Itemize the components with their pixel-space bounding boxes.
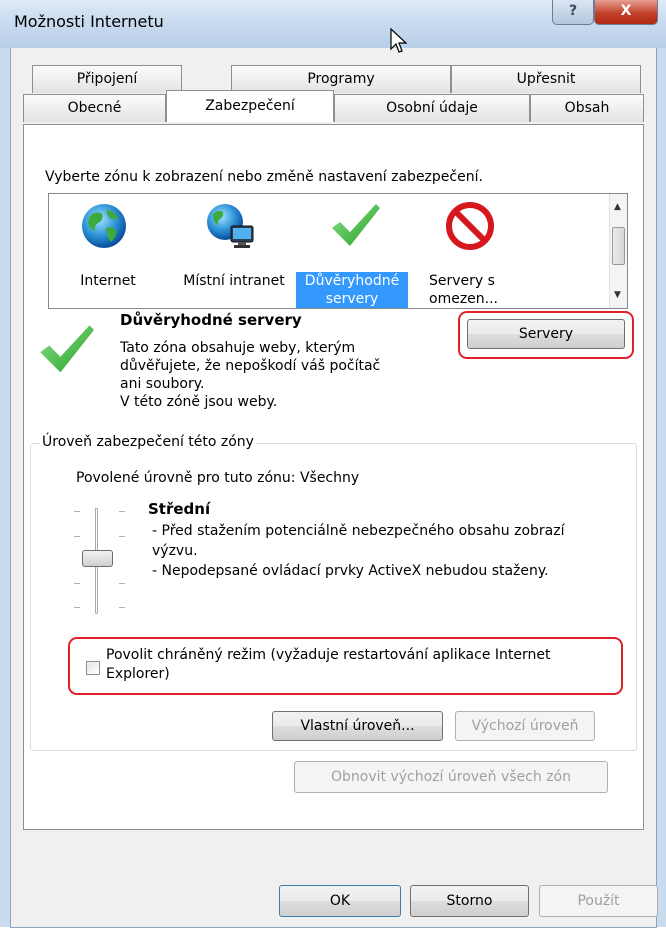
tab-programy[interactable]: Programy [231,65,451,93]
reset-all-zones-button[interactable]: Obnovit výchozí úroveň všech zón [294,761,608,793]
zone-info-line-4: V této zóně jsou weby. [120,394,278,410]
custom-level-button[interactable]: Vlastní úroveň... [272,711,443,741]
zone-info-line-2: důvěřujete, že nepoškodí váš počítač [120,358,381,374]
help-button[interactable]: ? [552,0,594,25]
slider-tick [119,607,125,608]
tab-zabezpeceni[interactable]: Zabezpečení [166,90,334,122]
title-bar[interactable]: Možnosti Internetu ? X [0,0,666,48]
protected-mode-label[interactable]: Povolit chráněný režim (vyžaduje restart… [106,646,551,684]
globe-icon[interactable] [80,202,128,254]
slider-tick [74,536,80,537]
zone-label-restricted-2[interactable]: omezen... [429,290,513,308]
security-level-line-1: - Před stažením potenciálně nebezpečného… [152,523,565,539]
zone-label-trusted-2[interactable]: servery [296,290,408,308]
zone-info-line-1: Tato zóna obsahuje weby, kterým [120,340,356,356]
zone-info-checkmark-icon [38,325,94,379]
tab-upresnit[interactable]: Upřesnit [451,65,641,93]
protected-mode-checkbox[interactable] [86,661,100,675]
tab-osobni-udaje[interactable]: Osobní údaje [334,94,530,122]
close-button[interactable]: X [594,0,658,25]
slider-thumb[interactable] [82,550,113,567]
protected-mode-label-2[interactable]: Explorer) [106,665,551,684]
scrollbar-thumb[interactable] [612,227,625,265]
slider-tick [119,536,125,537]
zone-info-description: Tato zóna obsahuje weby, kterým důvěřuje… [120,339,380,411]
zone-list-scrollbar[interactable]: ▲ ▼ [609,194,627,308]
security-level-line-2: výzvu. [152,543,198,559]
window-title: Možnosti Internetu [14,12,164,31]
checkmark-icon[interactable] [330,204,380,252]
scroll-up-icon[interactable]: ▲ [614,202,621,212]
apply-button[interactable]: Použít [539,885,658,917]
zone-label-restricted-1[interactable]: Servery s [429,272,513,290]
restricted-icon[interactable] [446,202,494,254]
zone-label-internet[interactable]: Internet [73,272,143,290]
zone-label-trusted-1[interactable]: Důvěryhodné [296,272,408,290]
servers-button[interactable]: Servery [467,319,625,349]
slider-tick [119,583,125,584]
security-level-group [30,443,637,751]
slider-tick [74,511,80,512]
internet-options-dialog: Možnosti Internetu ? X Připojení Program… [0,0,666,928]
tab-pripojeni[interactable]: Připojení [32,65,182,93]
intranet-icon[interactable] [205,202,257,254]
security-level-name: Střední [148,500,211,518]
security-level-group-title: Úroveň zabezpečení této zóny [40,434,256,450]
default-level-button[interactable]: Výchozí úroveň [455,711,595,741]
slider-tick [119,511,125,512]
tab-obsah[interactable]: Obsah [530,94,644,122]
zone-prompt: Vyberte zónu k zobrazení nebo změně nast… [45,169,483,185]
slider-tick [74,583,80,584]
mouse-cursor-icon [390,27,410,60]
protected-mode-label-1[interactable]: Povolit chráněný režim (vyžaduje restart… [106,646,551,665]
zone-label-intranet[interactable]: Místní intranet [175,272,293,290]
security-level-line-3: - Nepodepsané ovládací prvky ActiveX neb… [152,563,549,579]
security-level-description: - Před stažením potenciálně nebezpečného… [152,521,565,581]
scroll-down-icon[interactable]: ▼ [614,290,621,300]
security-tab-panel: Vyberte zónu k zobrazení nebo změně nast… [23,124,644,830]
ok-button[interactable]: OK [279,885,401,917]
tab-obecne[interactable]: Obecné [23,94,166,122]
zone-list[interactable]: Internet Místní intranet Důvěryhodné ser… [48,193,628,309]
allowed-levels: Povolené úrovně pro tuto zónu: Všechny [76,470,360,486]
cancel-button[interactable]: Storno [410,885,529,917]
slider-tick [74,607,80,608]
zone-info-title: Důvěryhodné servery [120,311,302,329]
zone-info-line-3: ani soubory. [120,376,205,392]
